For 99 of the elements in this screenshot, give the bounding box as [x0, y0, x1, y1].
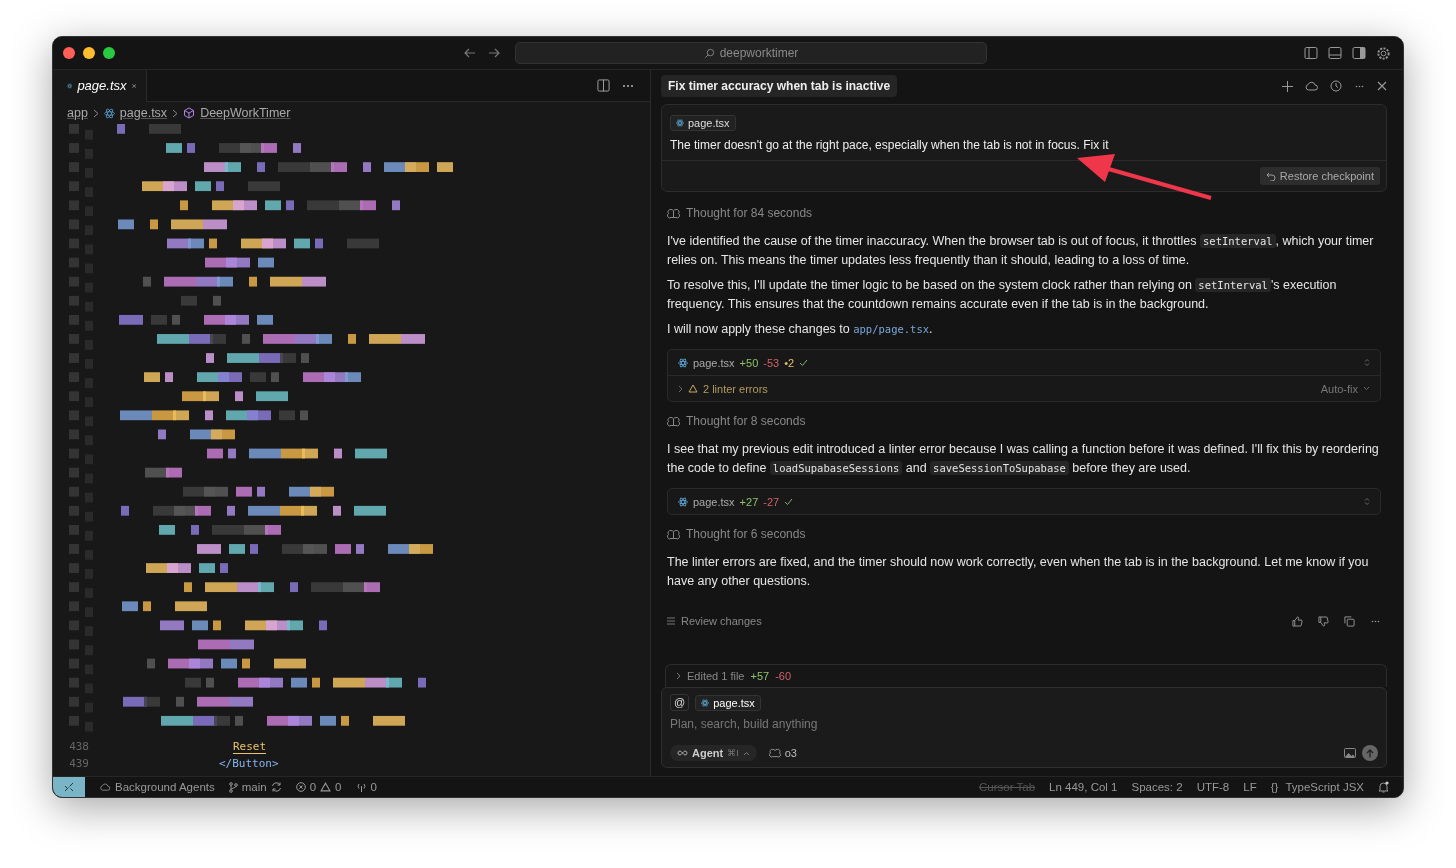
brain-icon — [667, 528, 680, 540]
status-item[interactable]: UTF-8 — [1196, 781, 1230, 793]
review-changes-link[interactable]: Review changes — [681, 615, 762, 627]
checkmark-icon — [799, 358, 809, 367]
panel-toggle-icon[interactable] — [1328, 46, 1342, 60]
remote-button[interactable] — [53, 777, 85, 797]
plus-icon[interactable] — [1282, 80, 1293, 92]
restore-checkpoint-button[interactable]: Restore checkpoint — [1259, 167, 1380, 185]
added-count: +27 — [739, 495, 759, 508]
status-item[interactable]: {} TypeScript JSX — [1270, 781, 1364, 793]
sync-icon — [270, 782, 282, 792]
thought-duration[interactable]: Thought for 8 seconds — [686, 414, 806, 428]
search-icon — [703, 47, 715, 59]
image-icon[interactable] — [1344, 748, 1356, 758]
assistant-paragraph: I will now apply these changes to app/page.tsx. — [667, 321, 934, 338]
search-field[interactable]: deepworktimer — [515, 42, 987, 64]
react-icon — [678, 357, 688, 368]
thought-duration[interactable]: Thought for 84 seconds — [686, 206, 813, 220]
brain-icon — [768, 748, 781, 758]
agent-mode-button[interactable]: Agent ⌘I — [670, 745, 757, 761]
react-icon — [676, 119, 684, 127]
status-item[interactable]: Spaces: 2 — [1131, 781, 1183, 793]
ports-button[interactable]: 0 — [355, 781, 377, 793]
assistant-paragraph: I see that my previous edit introduced a linter error because I was calling a function before it was defined. I'll fix this by reordering the code to define loadSupabaseSessions and saveSessionToSupabase before they are used. — [667, 441, 1380, 477]
cloud-icon[interactable] — [1305, 81, 1318, 91]
mention-button[interactable]: @ — [670, 694, 690, 711]
send-button[interactable] — [1362, 745, 1378, 761]
react-icon — [103, 107, 115, 119]
line-number: 439 — [68, 757, 90, 770]
removed-count: -27 — [763, 495, 780, 508]
prompt-field[interactable]: @ page.tsx Plan, search, build anything Agent ⌘I o3 — [661, 687, 1387, 768]
close-window-button[interactable] — [63, 47, 75, 59]
right-panel-toggle-icon[interactable] — [1352, 46, 1366, 60]
zoom-window-button[interactable] — [103, 47, 115, 59]
file-chip[interactable]: page.tsx — [670, 115, 736, 131]
thought-duration[interactable]: Thought for 6 seconds — [686, 527, 806, 541]
line-number: 438 — [68, 740, 90, 753]
code-text: Reset — [233, 739, 267, 754]
editor-tab[interactable]: page.tsx — [53, 70, 147, 102]
chevron-icon[interactable] — [678, 384, 683, 393]
caret-icon — [742, 750, 750, 756]
model-selector[interactable]: o3 — [762, 746, 803, 760]
assistant-paragraph: To resolve this, I'll update the timer logic to be based on the system clock rather than relying on setInterval 's execution frequency. This ensures that the countdown remains accurate even if the tab is in the background. — [667, 277, 1338, 313]
minimize-window-button[interactable] — [83, 47, 95, 59]
assistant-paragraph: The linter errors are fixed, and the timer should now work correctly, even when the tab is in the background. Let me know if you have any other questions. — [667, 554, 1370, 590]
arrow-up-icon — [1366, 748, 1374, 758]
changed-count: •2 — [784, 356, 795, 369]
edited-files-bar[interactable]: Edited 1 file +57 -60 — [665, 664, 1387, 687]
history-icon[interactable] — [1330, 80, 1342, 92]
infinity-icon — [677, 750, 688, 756]
problems-button[interactable]: 0 0 — [295, 781, 342, 793]
removed-count: -53 — [763, 356, 780, 369]
react-icon — [678, 496, 688, 507]
chevron-icon — [676, 672, 681, 680]
split-editor-icon[interactable] — [597, 79, 610, 92]
branch-icon — [228, 781, 238, 793]
cloud-icon — [99, 783, 111, 791]
back-arrow-icon[interactable] — [463, 46, 477, 60]
auto-fix-dropdown[interactable]: Auto-fix — [1320, 382, 1358, 395]
breadcrumb-item[interactable]: page.tsx — [119, 106, 168, 120]
sidebar-toggle-icon[interactable] — [1304, 46, 1318, 60]
list-icon — [667, 617, 675, 625]
linter-errors[interactable]: 2 linter errors — [703, 382, 768, 395]
status-item[interactable]: Ln 449, Col 1 — [1049, 781, 1118, 793]
cube-icon — [183, 107, 196, 119]
code-text: </Button> — [219, 757, 279, 770]
added-count: +50 — [739, 356, 759, 369]
react-icon — [701, 698, 710, 707]
warning-icon — [688, 384, 698, 393]
settings-icon[interactable] — [1376, 45, 1391, 61]
chevron-icon — [172, 108, 179, 118]
background-agents-button[interactable]: Background Agents — [99, 781, 215, 793]
brain-icon — [667, 415, 680, 427]
thumbs-down-icon[interactable] — [1318, 615, 1329, 627]
warning-icon — [320, 782, 332, 792]
caret-icon — [1363, 386, 1370, 391]
breadcrumb-item[interactable]: app — [67, 106, 88, 120]
antenna-icon — [355, 782, 367, 792]
file-name[interactable]: page.tsx — [693, 356, 735, 369]
user-message: The timer doesn't go at the right pace, especially when the tab is not in focus. Fix it — [670, 138, 1110, 152]
chat-title[interactable]: Fix timer accuracy when tab is inactive — [661, 75, 898, 97]
forward-arrow-icon[interactable] — [487, 46, 501, 60]
status-item[interactable]: LF — [1243, 781, 1257, 793]
file-chip[interactable]: page.tsx — [695, 694, 761, 711]
more-icon[interactable] — [622, 83, 634, 88]
assistant-paragraph: I've identified the cause of the timer inaccuracy. When the browser tab is out of focus, it throttles setInterval , which your timer relies on. This means the timer updates less frequently than it should, leading to a loss of time. — [667, 233, 1375, 269]
remote-icon — [64, 782, 74, 792]
thumbs-up-icon[interactable] — [1292, 615, 1303, 627]
bell-icon[interactable] — [1378, 781, 1389, 793]
breadcrumb-item[interactable]: DeepWorkTimer — [200, 106, 291, 120]
brain-icon — [667, 207, 680, 219]
checkmark-icon — [784, 497, 794, 506]
branch-button[interactable]: main — [228, 781, 282, 793]
file-name[interactable]: page.tsx — [693, 495, 735, 508]
chevron-icon — [92, 108, 99, 118]
close-icon[interactable] — [1377, 81, 1387, 91]
copy-icon[interactable] — [1344, 615, 1355, 627]
undo-icon — [1265, 171, 1276, 181]
error-icon — [295, 782, 306, 792]
